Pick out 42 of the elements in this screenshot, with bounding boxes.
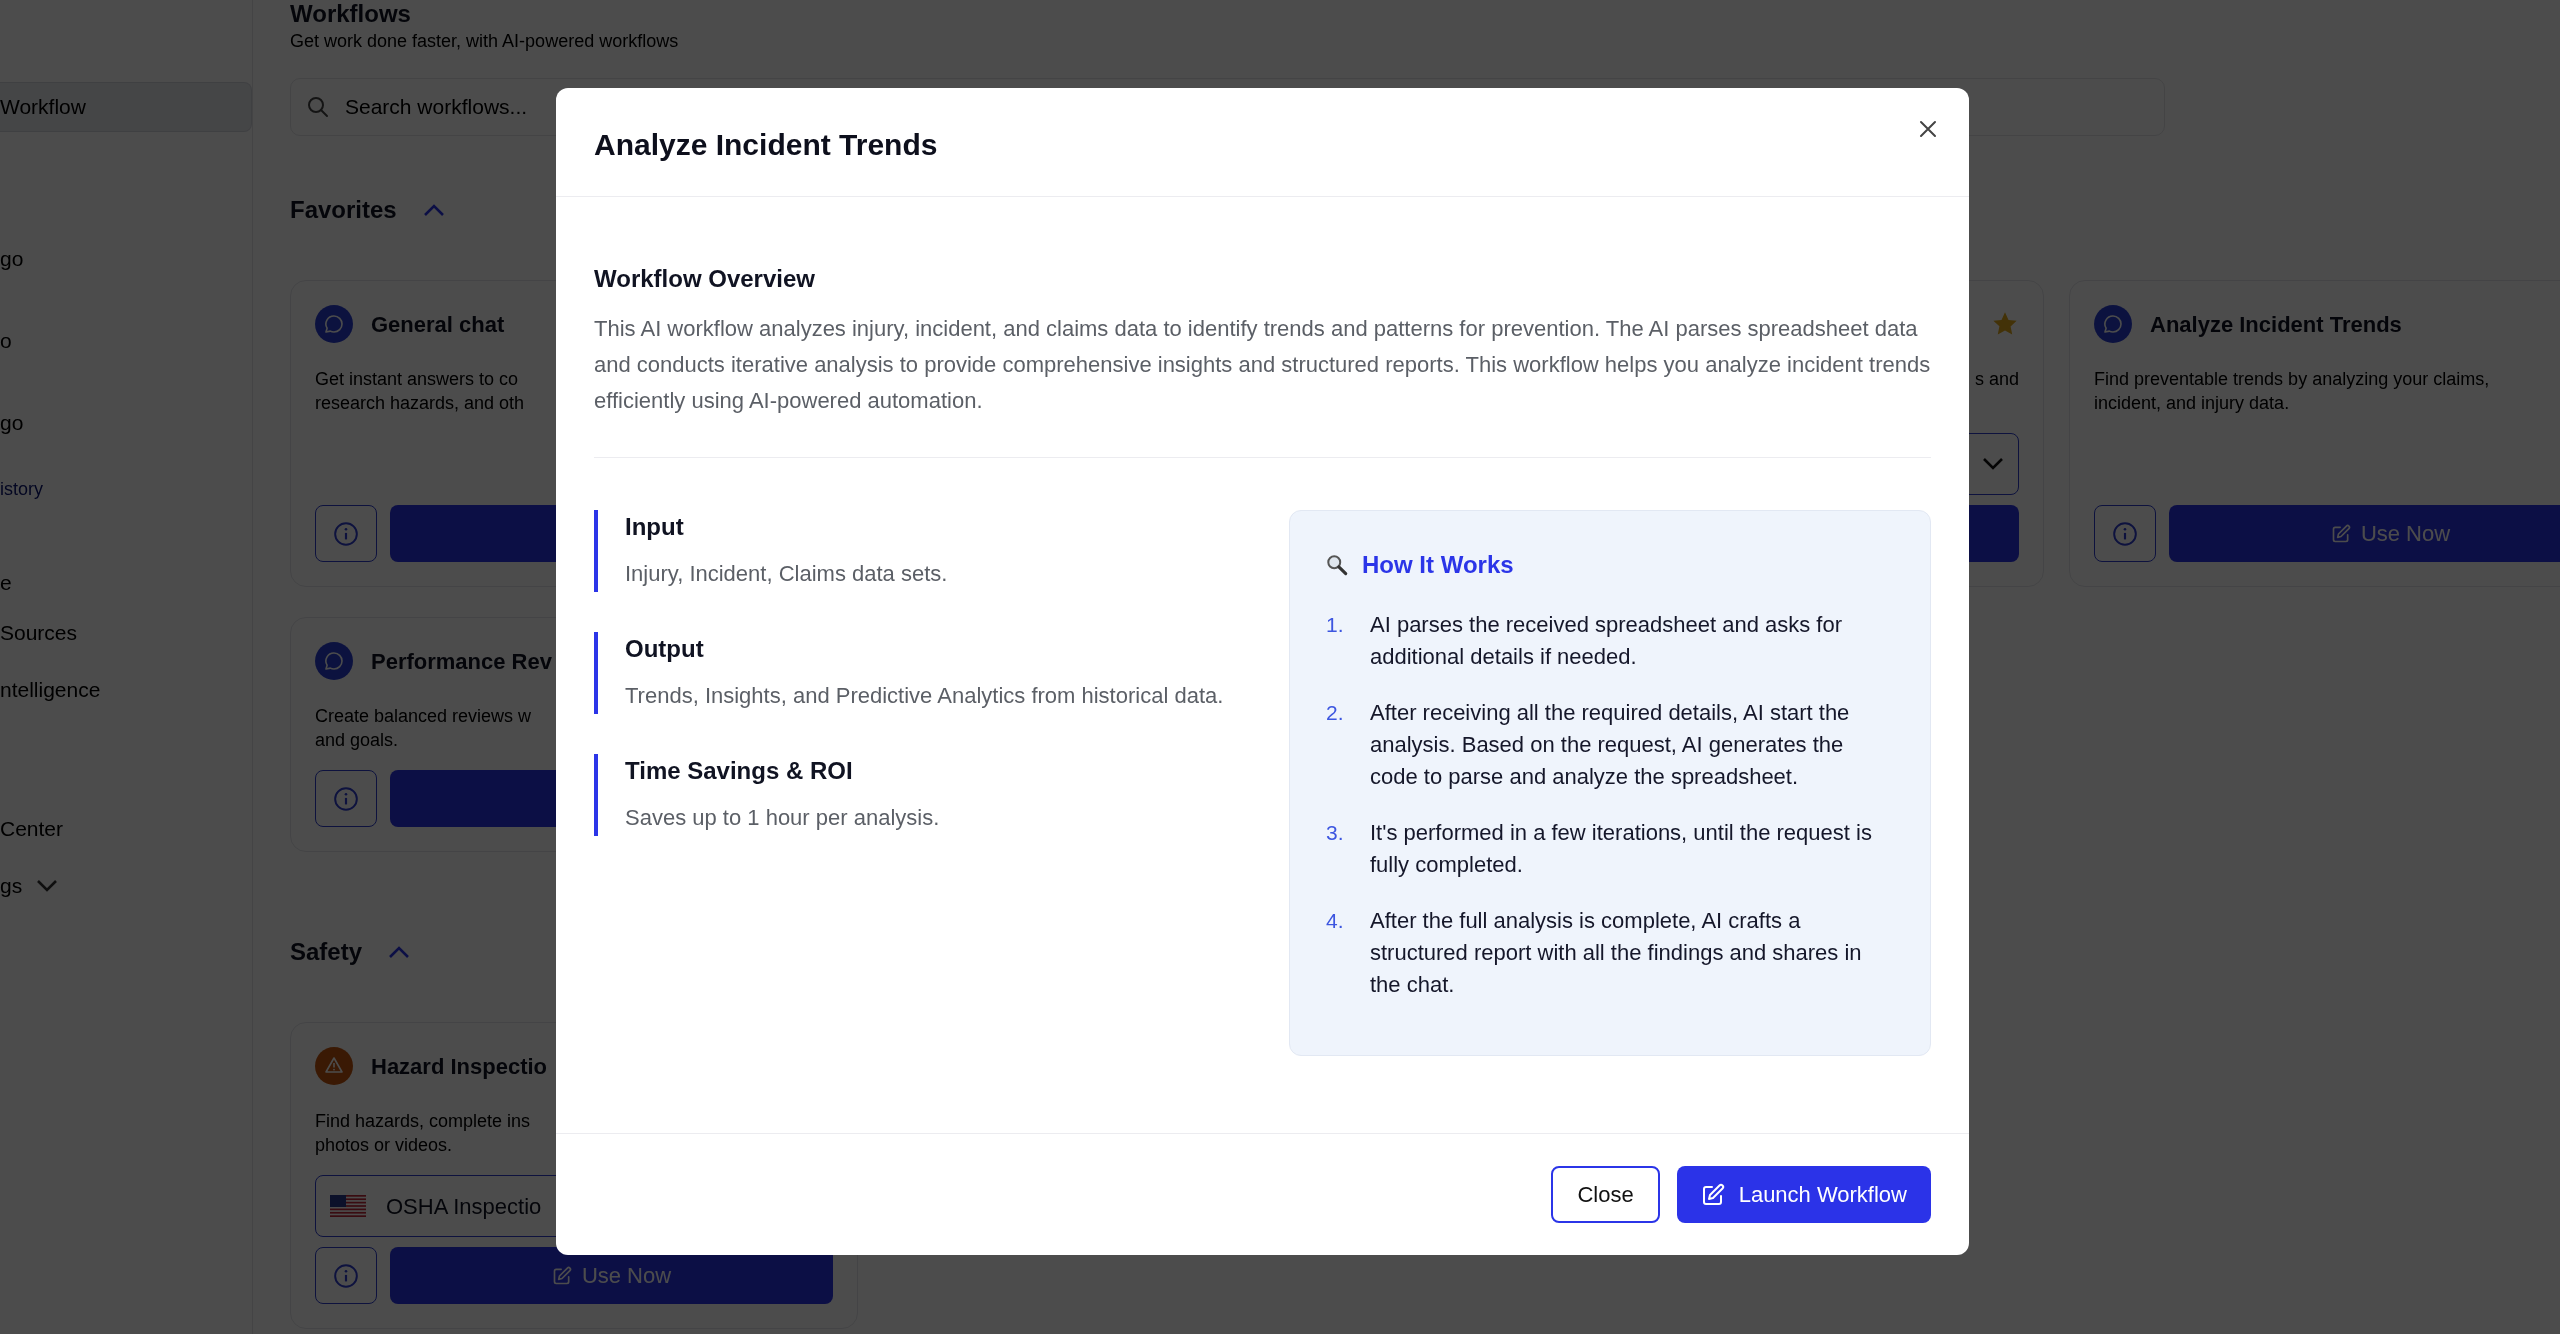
modal-title: Analyze Incident Trends	[594, 127, 938, 163]
magnifier-icon	[1326, 554, 1348, 576]
close-button[interactable]: Close	[1551, 1166, 1660, 1223]
page-subtitle: Get work done faster, with AI-powered workflows	[290, 30, 680, 52]
overview-text: This AI workflow analyzes injury, incident, and claims data to identify trends and patterns for prevention. The AI parses spreadsheet data and conducts iterative analysis to provide comprehensive insights and structured reports. This workflow helps you analyze incident trends efficiently using AI-powered automation.	[594, 315, 1931, 415]
detail-label: Time Savings & ROI	[625, 756, 854, 786]
card-description: incident, and injury data.	[2094, 392, 2290, 415]
card-description: Find hazards, complete ins	[315, 1110, 531, 1133]
dropdown-value: OSHA Inspectio	[386, 1192, 542, 1221]
step-number: 4.	[1326, 908, 1345, 934]
page-title: Workflows	[290, 0, 412, 28]
card-title: General chat	[371, 310, 505, 339]
card-description: photos or videos.	[315, 1134, 453, 1157]
card-title: Performance Rev	[371, 647, 552, 676]
sidebar-item-label: gs	[0, 873, 23, 899]
detail-text: Trends, Insights, and Predictive Analytics from historical data.	[625, 682, 1225, 710]
card-title: Hazard Inspectio	[371, 1052, 548, 1081]
edit-icon	[1700, 1182, 1725, 1207]
card-description: research hazards, and oth	[315, 392, 525, 415]
step-text: AI parses the received spreadsheet and asks for additional details if needed.	[1370, 611, 1844, 671]
step-text: After receiving all the required details, AI start the analysis. Based on the request, AI generates the code to parse and analyze the spreadsheet.	[1370, 699, 1851, 791]
step-text: After the full analysis is complete, AI crafts a structured report with all the findings and shares in the chat.	[1370, 907, 1863, 999]
detail-text: Saves up to 1 hour per analysis.	[625, 804, 941, 832]
step-number: 1.	[1326, 612, 1345, 638]
section-title: Favorites	[290, 195, 397, 225]
card-description: Create balanced reviews w	[315, 705, 532, 728]
detail-label: Output	[625, 634, 705, 664]
card-description: Get instant answers to co	[315, 368, 519, 391]
step-text: It's performed in a few iterations, until the request is fully completed.	[1370, 819, 1873, 879]
detail-text: Injury, Incident, Claims data sets.	[625, 560, 949, 588]
card-description: and goals.	[315, 729, 399, 752]
detail-label: Input	[625, 512, 685, 542]
card-title: Analyze Incident Trends	[2150, 310, 2402, 339]
card-description: Find preventable trends by analyzing your claims,	[2094, 368, 2490, 391]
close-icon	[1919, 120, 1937, 138]
panel-title: How It Works	[1362, 550, 1514, 580]
step-number: 2.	[1326, 700, 1345, 726]
section-heading: Workflow Overview	[594, 264, 816, 294]
launch-button[interactable]: Launch Workflow	[1676, 1166, 1931, 1223]
section-title: Safety	[290, 937, 363, 967]
step-number: 3.	[1326, 820, 1345, 846]
card-description: s and	[1974, 368, 2019, 391]
